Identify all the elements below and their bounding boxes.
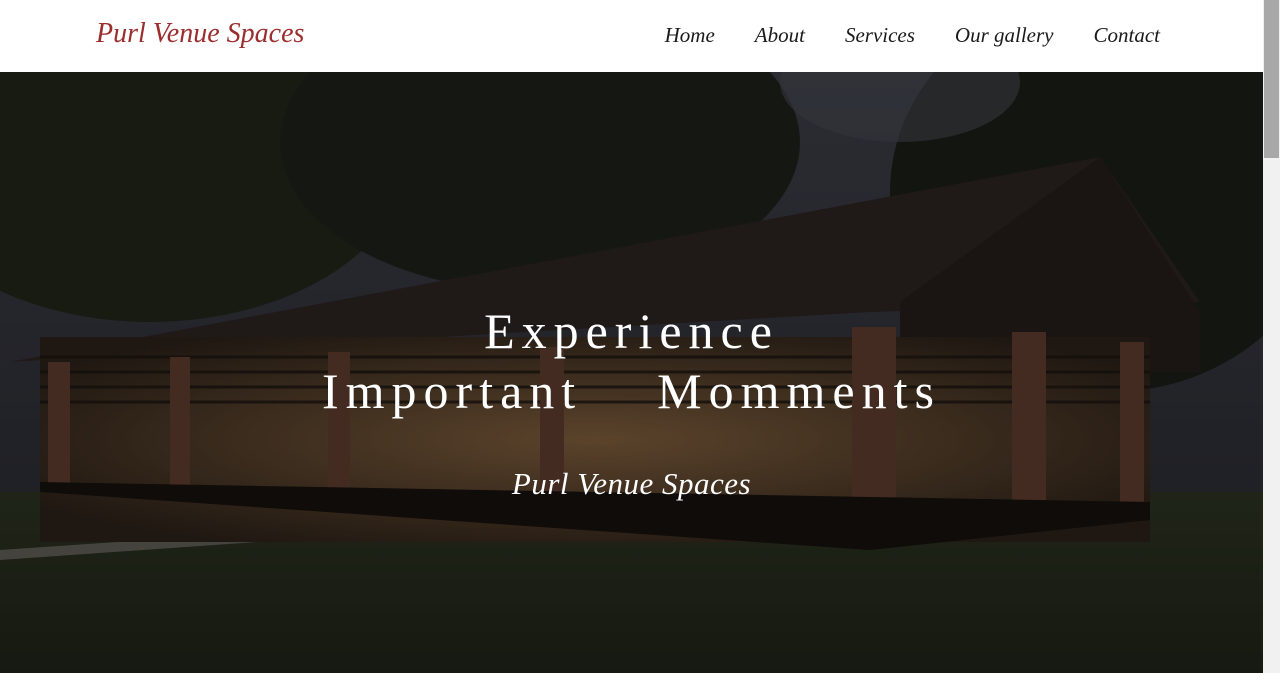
brand-logo-link[interactable]: Purl Venue Spaces bbox=[96, 18, 304, 50]
main-nav: Home About Services Our gallery Contact bbox=[625, 23, 1160, 48]
hero-heading-line2: Important Momments bbox=[322, 363, 941, 419]
vertical-scrollbar[interactable] bbox=[1263, 0, 1280, 673]
hero-subtitle: Purl Venue Spaces bbox=[511, 466, 752, 501]
nav-services-link[interactable]: Services bbox=[845, 23, 915, 48]
hero-heading-line1: Experience bbox=[484, 303, 779, 359]
nav-contact-link[interactable]: Contact bbox=[1094, 23, 1161, 48]
page: Purl Venue Spaces Home About Services Ou… bbox=[0, 0, 1263, 673]
hero-section: Experience Important Momments Purl Venue… bbox=[0, 72, 1263, 673]
nav-about-link[interactable]: About bbox=[755, 23, 805, 48]
scrollbar-thumb[interactable] bbox=[1264, 0, 1279, 158]
site-header: Purl Venue Spaces Home About Services Ou… bbox=[0, 0, 1263, 72]
nav-home-link[interactable]: Home bbox=[665, 23, 715, 48]
nav-gallery-link[interactable]: Our gallery bbox=[955, 23, 1054, 48]
